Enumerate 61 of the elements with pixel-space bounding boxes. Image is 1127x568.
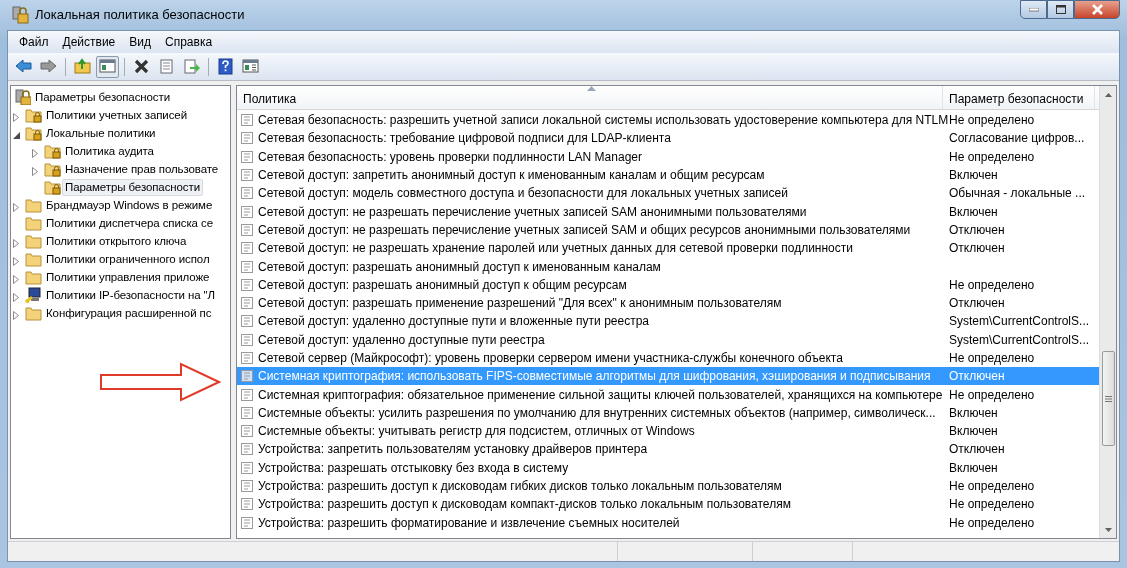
tree-item[interactable]: Политика аудита [62, 142, 157, 160]
table-cell[interactable]: Не определено [943, 275, 1035, 294]
tree-item[interactable]: Назначение прав пользовате [62, 160, 222, 178]
menu-item[interactable]: Справка [158, 32, 220, 52]
tree-item[interactable]: Брандмауэр Windows в режиме [43, 196, 216, 214]
table-cell[interactable]: Сетевой доступ: разрешать применение разрешений "Для всех" к анонимным пользователям [258, 294, 782, 313]
tree-item[interactable]: Параметры безопасности [62, 178, 203, 196]
table-cell[interactable]: Включен [943, 166, 998, 185]
table-cell[interactable]: Обычная - локальные ... [943, 184, 1086, 203]
table-cell[interactable]: Сетевой доступ: не разрешать перечисление учетных записей SAM и общих ресурсов анонимными пользователями [258, 220, 911, 239]
table-cell[interactable]: Не определено [943, 349, 1035, 367]
table-cell[interactable]: Включен [943, 458, 998, 477]
column-header[interactable]: Параметр безопасности [943, 86, 1095, 109]
menu-item[interactable]: Действие [55, 32, 123, 52]
tree-item[interactable]: Политики IP-безопасности на "Л [43, 286, 219, 304]
window-title: Локальная политика безопасности [35, 6, 245, 25]
table-cell[interactable]: Отключен [943, 440, 1005, 459]
table-cell[interactable]: Сетевой доступ: не разрешать хранение паролей или учетных данных для сетевой проверки подлинности [258, 239, 853, 258]
table-cell[interactable]: Не определено [943, 495, 1035, 514]
table-cell[interactable]: Включен [943, 403, 998, 422]
tree-item[interactable]: Политики диспетчера списка се [43, 214, 216, 232]
table-cell[interactable]: Сетевой доступ: не разрешать перечисление учетных записей SAM анонимными пользователями [258, 202, 807, 221]
table-cell[interactable]: Устройства: разрешить форматирование и извлечение съемных носителей [258, 513, 680, 532]
table-cell[interactable]: Устройства: запретить пользователям установку драйверов принтера [258, 440, 648, 459]
menu-item[interactable]: Вид [122, 32, 158, 52]
table-cell[interactable]: Сетевой доступ: модель совместного доступа и безопасности для локальных учетных записей [258, 184, 788, 203]
table-cell[interactable]: Системные объекты: усилить разрешения по умолчанию для внутренних системных объектов (например, символическ... [258, 403, 936, 422]
table-cell[interactable]: Системные объекты: учитывать регистр для подсистем, отличных от Windows [258, 422, 695, 441]
table-cell[interactable]: System\CurrentControlS... [943, 312, 1090, 331]
table-cell[interactable]: Сетевая безопасность: уровень проверки подлинности LAN Manager [258, 147, 642, 166]
table-cell[interactable]: Включен [943, 422, 998, 441]
table-cell[interactable]: Отключен [943, 239, 1005, 258]
table-cell[interactable]: Сетевой доступ: разрешать анонимный доступ к общим ресурсам [258, 275, 627, 294]
table-cell[interactable]: Сетевой сервер (Майкрософт): уровень проверки сервером имени участника-службы конечного объекта [258, 349, 843, 367]
table-cell[interactable]: Не определено [943, 513, 1035, 532]
table-cell[interactable]: Отключен [943, 220, 1005, 239]
table-cell[interactable]: Не определено [943, 147, 1035, 166]
table-cell[interactable]: Сетевая безопасность: требование цифровой подписи для LDAP-клиента [258, 129, 671, 148]
tree-item[interactable]: Политики открытого ключа [43, 232, 190, 250]
tree-item[interactable]: Локальные политики [43, 124, 159, 142]
table-cell[interactable]: Отключен [943, 294, 1005, 313]
table-cell[interactable]: Устройства: разрешать отстыковку без входа в систему [258, 458, 569, 477]
table-cell[interactable]: Согласование цифров... [943, 129, 1085, 148]
table-cell[interactable]: Сетевая безопасность: разрешить учетной записи локальной системы использовать удостоверение компьютера для NTLM [258, 111, 949, 130]
tree-item[interactable]: Параметры безопасности [32, 88, 173, 106]
table-cell[interactable]: Включен [943, 202, 998, 221]
table-cell[interactable]: Системная криптография: обязательное применение сильной защиты ключей пользователей, хранящихся на компьютере [258, 385, 943, 404]
table-cell[interactable]: Не определено [943, 385, 1035, 404]
tree-item[interactable]: Политики управления приложе [43, 268, 213, 286]
table-cell[interactable]: Устройства: разрешить доступ к дисководам компакт-дисков только локальным пользователям [258, 495, 791, 514]
menu-item[interactable]: Файл [12, 32, 56, 52]
table-cell[interactable]: Сетевой доступ: удаленно доступные пути реестра [258, 330, 545, 349]
table-cell[interactable]: Не определено [943, 477, 1035, 496]
table-cell[interactable]: Сетевой доступ: запретить анонимный доступ к именованным каналам и общим ресурсам [258, 166, 765, 185]
table-cell[interactable]: Устройства: разрешить доступ к дисководам гибких дисков только локальным пользователям [258, 477, 782, 496]
table-cell[interactable]: Сетевой доступ: разрешать анонимный доступ к именованным каналам [258, 257, 661, 276]
tree-item[interactable]: Конфигурация расширенной пс [43, 304, 215, 322]
tree-item[interactable]: Политики ограниченного испол [43, 250, 213, 268]
table-cell[interactable]: System\CurrentControlS... [943, 330, 1090, 349]
tree-item[interactable]: Политики учетных записей [43, 106, 190, 124]
table-cell[interactable]: Сетевой доступ: удаленно доступные пути и вложенные пути реестра [258, 312, 649, 331]
